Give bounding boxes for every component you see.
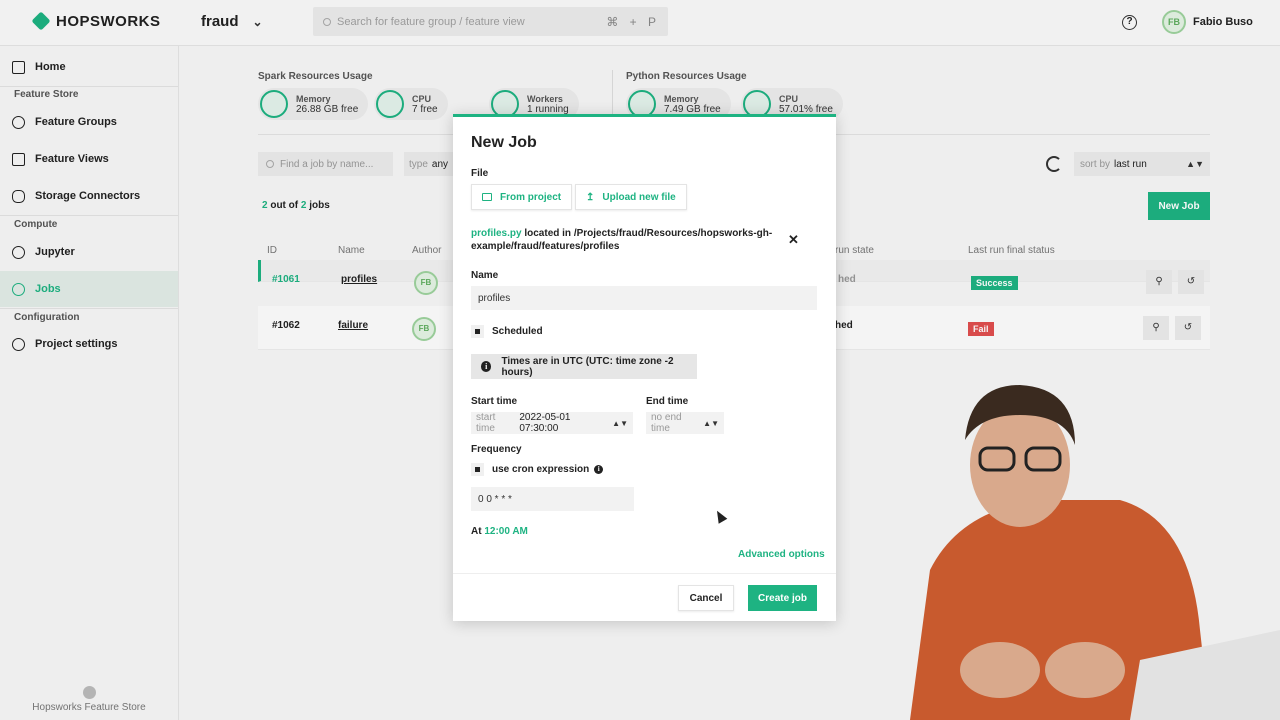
start-time-value: 2022-05-01 07:30:00 xyxy=(519,412,571,434)
selected-file: profiles.py located in /Projects/fraud/R… xyxy=(471,227,781,253)
file-label: File xyxy=(471,168,489,179)
sort-arrows-icon: ▲▼ xyxy=(612,418,628,428)
name-label: Name xyxy=(471,270,499,281)
frequency-label: Frequency xyxy=(471,444,522,455)
create-job-button[interactable]: Create job xyxy=(748,585,817,611)
advanced-options-link[interactable]: Advanced options xyxy=(738,549,825,560)
button-label: From project xyxy=(500,191,562,203)
at-label: At xyxy=(471,526,482,537)
folder-icon xyxy=(482,193,492,201)
from-project-button[interactable]: From project xyxy=(471,184,573,210)
utc-notice-text: Times are in UTC (UTC: time zone -2 hour… xyxy=(501,355,674,378)
scheduled-label: Scheduled xyxy=(492,326,543,337)
upload-file-button[interactable]: ↥ Upload new file xyxy=(575,184,687,210)
cron-checkbox[interactable] xyxy=(471,463,484,476)
close-icon[interactable]: ✕ xyxy=(788,232,799,248)
new-job-dialog: New Job File From project ↥ Upload new f… xyxy=(453,114,836,621)
start-time-picker[interactable]: start time 2022-05-01 07:30:00 ▲▼ xyxy=(471,412,633,434)
cron-preview: At 12:00 AM xyxy=(471,526,528,537)
presenter-video xyxy=(910,385,1280,720)
name-value: profiles xyxy=(478,292,511,304)
cron-label-text: use cron expression xyxy=(492,464,590,475)
cron-label: use cron expression i xyxy=(492,464,604,475)
start-time-label: Start time xyxy=(471,396,518,407)
at-value: 12:00 AM xyxy=(484,526,528,537)
button-label: Upload new file xyxy=(602,191,676,203)
info-icon: i xyxy=(481,361,492,372)
utc-notice: i Times are in UTC (UTC: time zone -2 ho… xyxy=(471,354,697,379)
end-time-picker[interactable]: no end time ▲▼ xyxy=(646,412,724,434)
sort-arrows-icon: ▲▼ xyxy=(703,418,719,428)
end-time-value: no end time xyxy=(651,412,682,434)
upload-icon: ↥ xyxy=(586,191,595,203)
dialog-title: New Job xyxy=(471,134,537,151)
info-icon[interactable]: i xyxy=(594,465,604,474)
name-input[interactable]: profiles xyxy=(471,286,817,310)
end-time-label: End time xyxy=(646,396,689,407)
start-time-prefix: start time xyxy=(476,412,496,434)
scheduled-checkbox[interactable] xyxy=(471,325,484,338)
file-name: profiles.py xyxy=(471,228,522,239)
cron-input[interactable]: 0 0 * * * xyxy=(471,487,634,511)
divider xyxy=(453,573,836,574)
cron-value: 0 0 * * * xyxy=(478,493,512,505)
cancel-button[interactable]: Cancel xyxy=(678,585,734,611)
